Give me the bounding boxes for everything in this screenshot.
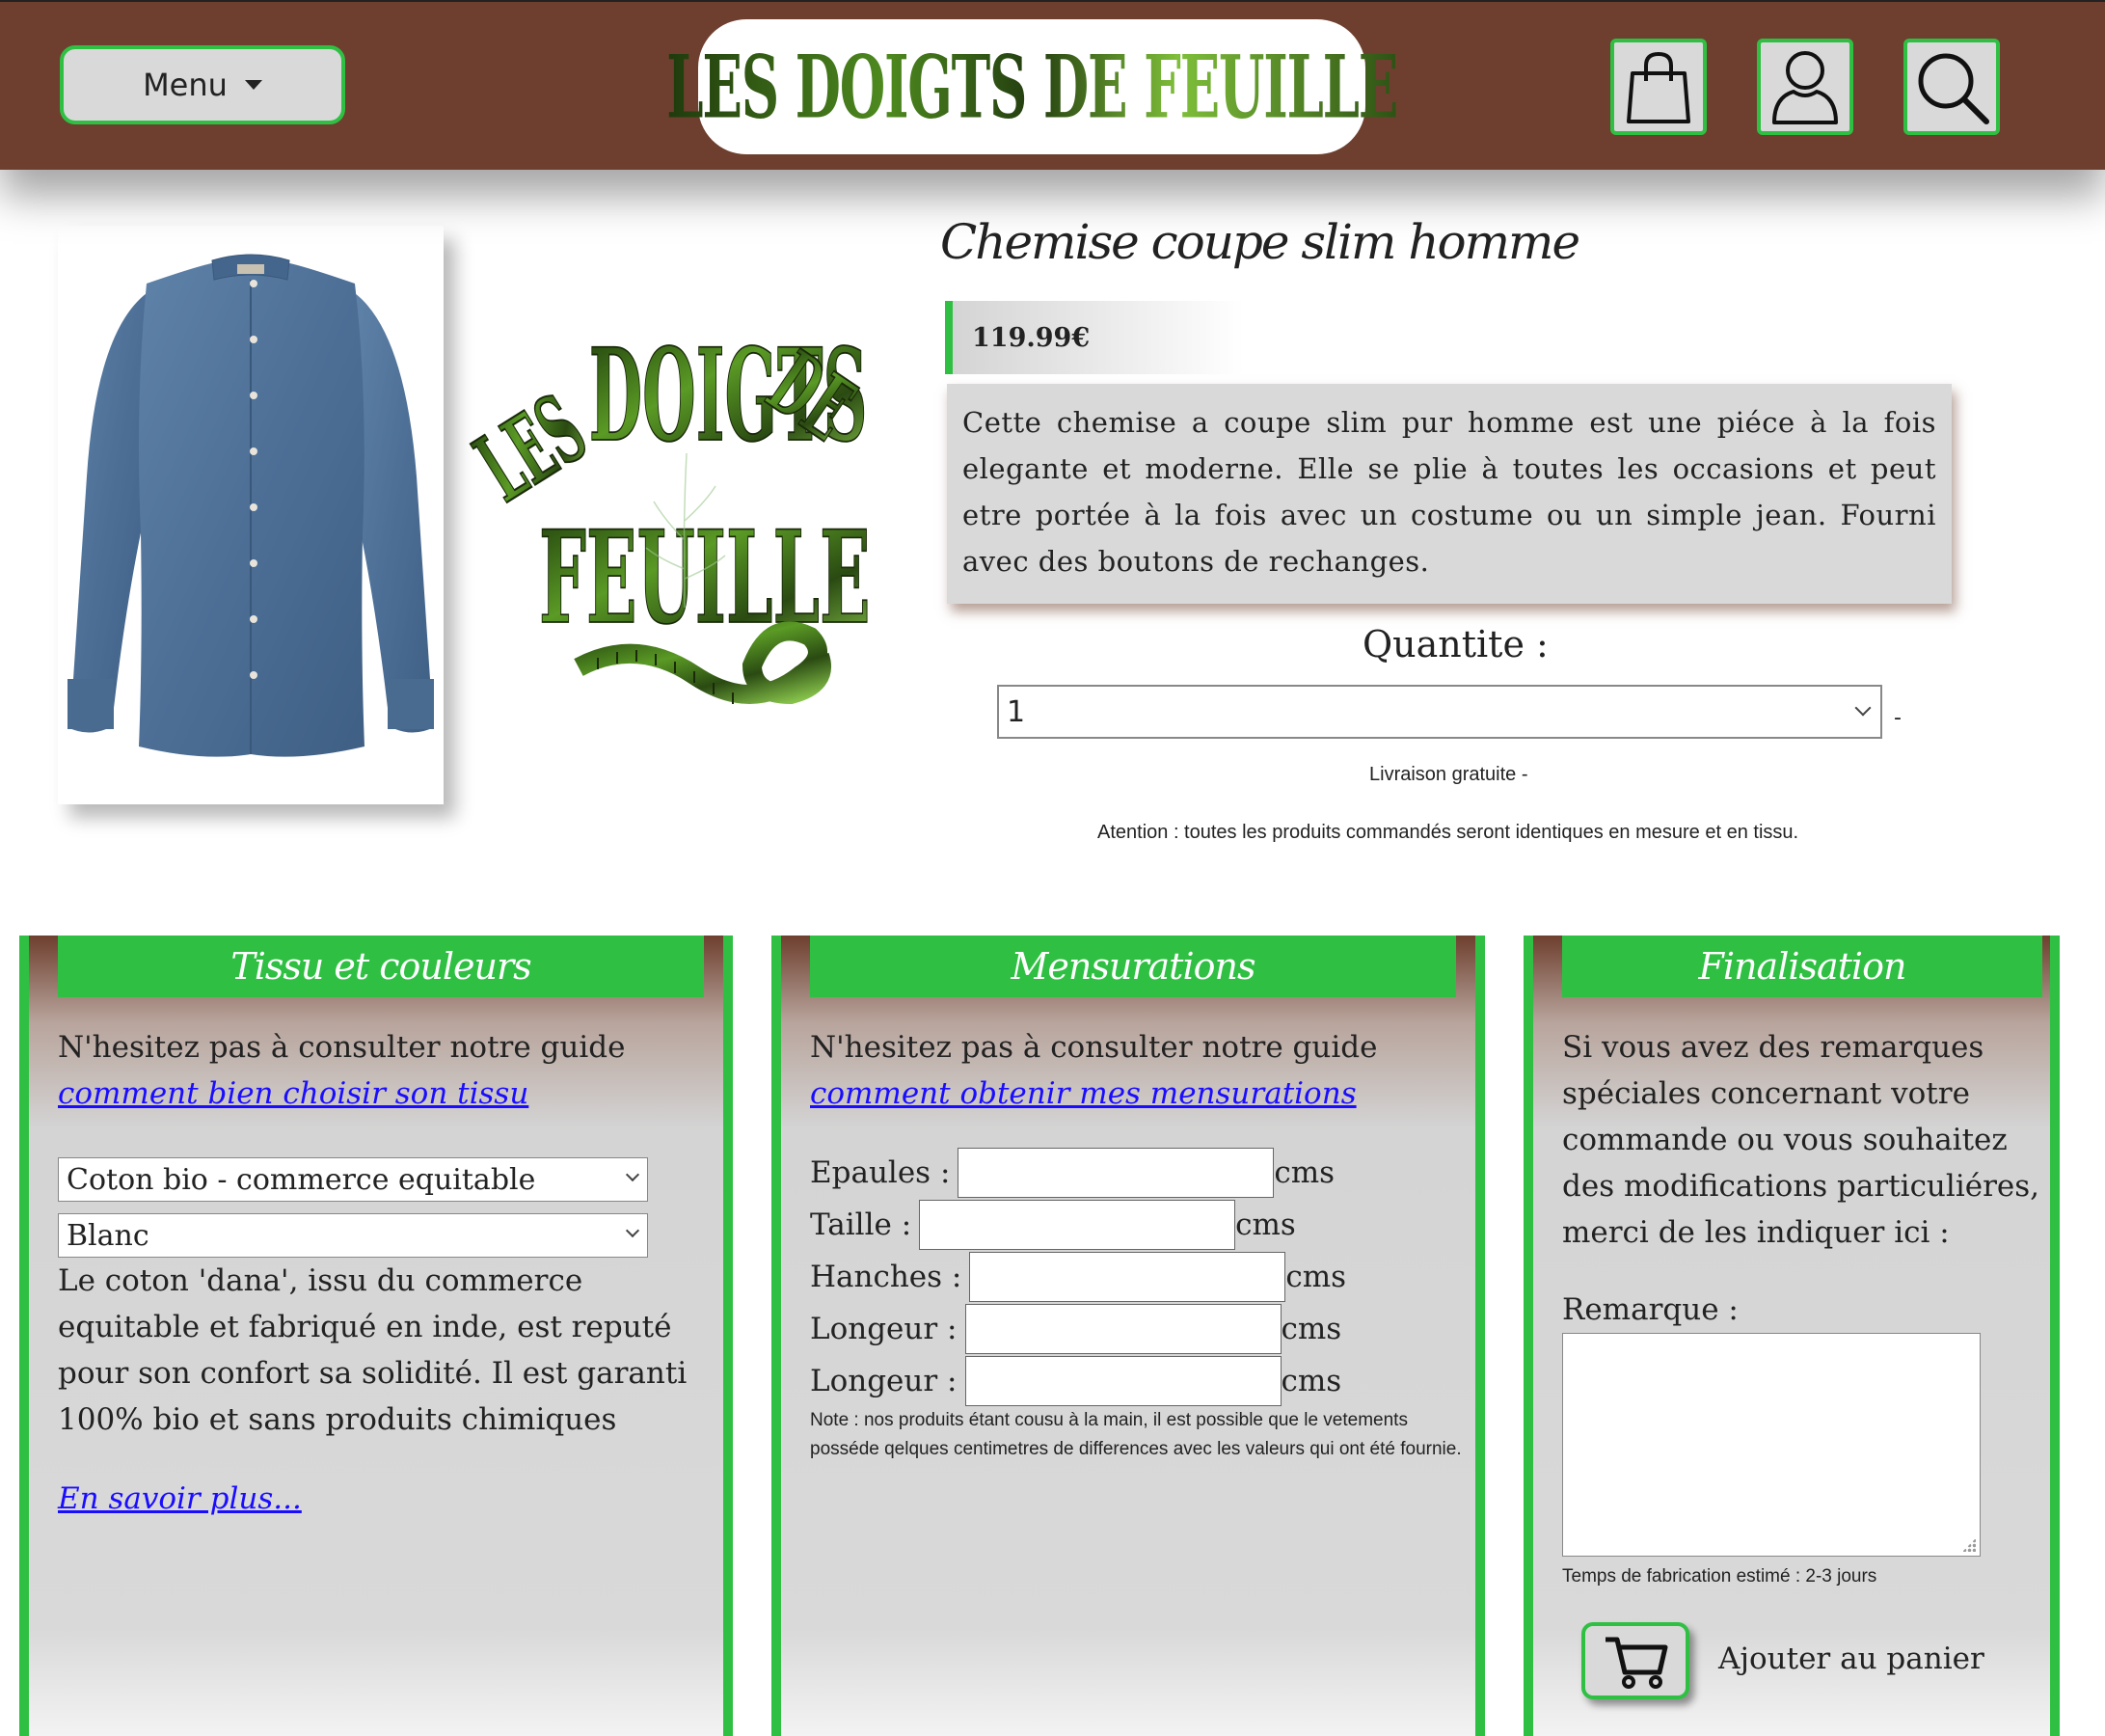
measure-row-hanches: Hanches : cms (810, 1252, 1346, 1302)
fabric-panel: Tissu et couleurs N'hesitez pas à consul… (19, 936, 733, 1736)
finalisation-intro: Si vous avez des remarques spéciales con… (1562, 1030, 2040, 1250)
epaules-input[interactable] (958, 1148, 1275, 1198)
fabric-select-value: Coton bio - commerce equitable (67, 1162, 536, 1197)
fabrication-time: Temps de fabrication estimé : 2-3 jours (1562, 1566, 1877, 1587)
quantity-select[interactable]: 1 (997, 685, 1882, 739)
longeur-2-input[interactable] (964, 1356, 1282, 1406)
svg-text:FEUILLE: FEUILLE (539, 502, 871, 652)
taille-input[interactable] (919, 1200, 1236, 1250)
measure-unit: cms (1285, 1260, 1347, 1294)
remark-textarea[interactable] (1562, 1333, 1981, 1557)
menu-label: Menu (143, 67, 228, 103)
site-header: Menu LES DOIGTS DE FEUILLE (0, 0, 2105, 170)
fabric-guide-link[interactable]: comment bien choisir son tissu (58, 1076, 528, 1111)
delivery-info: Livraison gratuite - (1369, 764, 1528, 785)
chevron-down-icon (625, 1223, 640, 1238)
resize-grip-icon[interactable] (1962, 1538, 1976, 1552)
search-button[interactable] (1903, 39, 2000, 135)
measurements-panel: Mensurations N'hesitez pas à consulter n… (771, 936, 1485, 1736)
product-price: 119.99€ (945, 301, 1244, 374)
quantity-suffix: - (1894, 706, 1902, 730)
measurements-guide-link[interactable]: comment obtenir mes mensurations (810, 1076, 1357, 1111)
cart-button[interactable] (1610, 39, 1707, 135)
shopping-cart-icon (1606, 1637, 1668, 1689)
learn-more-link[interactable]: En savoir plus... (58, 1476, 302, 1522)
fabric-guide-text: N'hesitez pas à consulter notre guide co… (58, 1024, 714, 1117)
quantity-label: Quantite : (1363, 623, 1549, 665)
brand-emblem: LES DOIGTS DE FEUILLE (444, 289, 926, 733)
measure-row-longeur-1: Longeur : cms (810, 1304, 1341, 1354)
measure-row-longeur-2: Longeur : cms (810, 1356, 1341, 1406)
add-to-cart-label[interactable]: Ajouter au panier (1718, 1636, 1984, 1682)
measure-label: Epaules : (810, 1155, 951, 1190)
longeur-input[interactable] (964, 1304, 1282, 1354)
measure-unit: cms (1281, 1364, 1342, 1398)
measure-label: Longeur : (810, 1312, 958, 1346)
measure-unit: cms (1235, 1207, 1296, 1242)
color-select-value: Blanc (67, 1218, 149, 1253)
add-to-cart-button[interactable] (1581, 1622, 1689, 1699)
chevron-down-icon (1854, 699, 1872, 717)
fabric-panel-title: Tissu et couleurs (58, 936, 704, 997)
measure-row-taille: Taille : cms (810, 1200, 1296, 1250)
user-icon (1772, 51, 1838, 124)
measure-label: Hanches : (810, 1260, 962, 1294)
measure-unit: cms (1274, 1155, 1336, 1190)
measurements-guide-intro: N'hesitez pas à consulter notre guide (810, 1030, 1378, 1065)
color-select[interactable]: Blanc (58, 1213, 648, 1258)
quantity-value: 1 (1007, 694, 1026, 729)
measurements-note: Note : nos produits étant cousu à la mai… (810, 1410, 1462, 1459)
fabric-details: Le coton 'dana', issu du commerce equita… (58, 1263, 688, 1437)
menu-button[interactable]: Menu (60, 45, 345, 124)
remark-label: Remarque : (1562, 1292, 1739, 1327)
chevron-down-icon (625, 1167, 640, 1182)
measure-label: Taille : (810, 1207, 912, 1242)
hanches-input[interactable] (969, 1252, 1286, 1302)
measure-label: Longeur : (810, 1364, 958, 1398)
finalisation-panel: Finalisation Si vous avez des remarques … (1524, 936, 2060, 1736)
product-image (58, 226, 444, 804)
fabric-guide-intro: N'hesitez pas à consulter notre guide (58, 1030, 626, 1065)
finalisation-panel-title: Finalisation (1562, 936, 2042, 997)
caret-down-icon (244, 80, 262, 90)
shirt-illustration (67, 254, 434, 757)
logo-text: LES DOIGTS DE FEUILLE (666, 35, 1398, 139)
order-warning: Atention : toutes les produits commandés… (1097, 822, 1799, 843)
product-title: Chemise coupe slim homme (940, 214, 1580, 270)
measurements-guide-text: N'hesitez pas à consulter notre guide co… (810, 1024, 1466, 1117)
shopping-bag-icon (1627, 51, 1690, 123)
svg-text:LES: LES (458, 374, 605, 523)
site-logo[interactable]: LES DOIGTS DE FEUILLE (666, 19, 1398, 154)
fabric-select[interactable]: Coton bio - commerce equitable (58, 1157, 648, 1202)
measure-unit: cms (1281, 1312, 1342, 1346)
search-icon (1918, 53, 1989, 124)
account-button[interactable] (1757, 39, 1853, 135)
product-description: Cette chemise a coupe slim pur homme est… (947, 384, 1952, 604)
measurements-panel-title: Mensurations (810, 936, 1456, 997)
measure-row-epaules: Epaules : cms (810, 1148, 1335, 1198)
